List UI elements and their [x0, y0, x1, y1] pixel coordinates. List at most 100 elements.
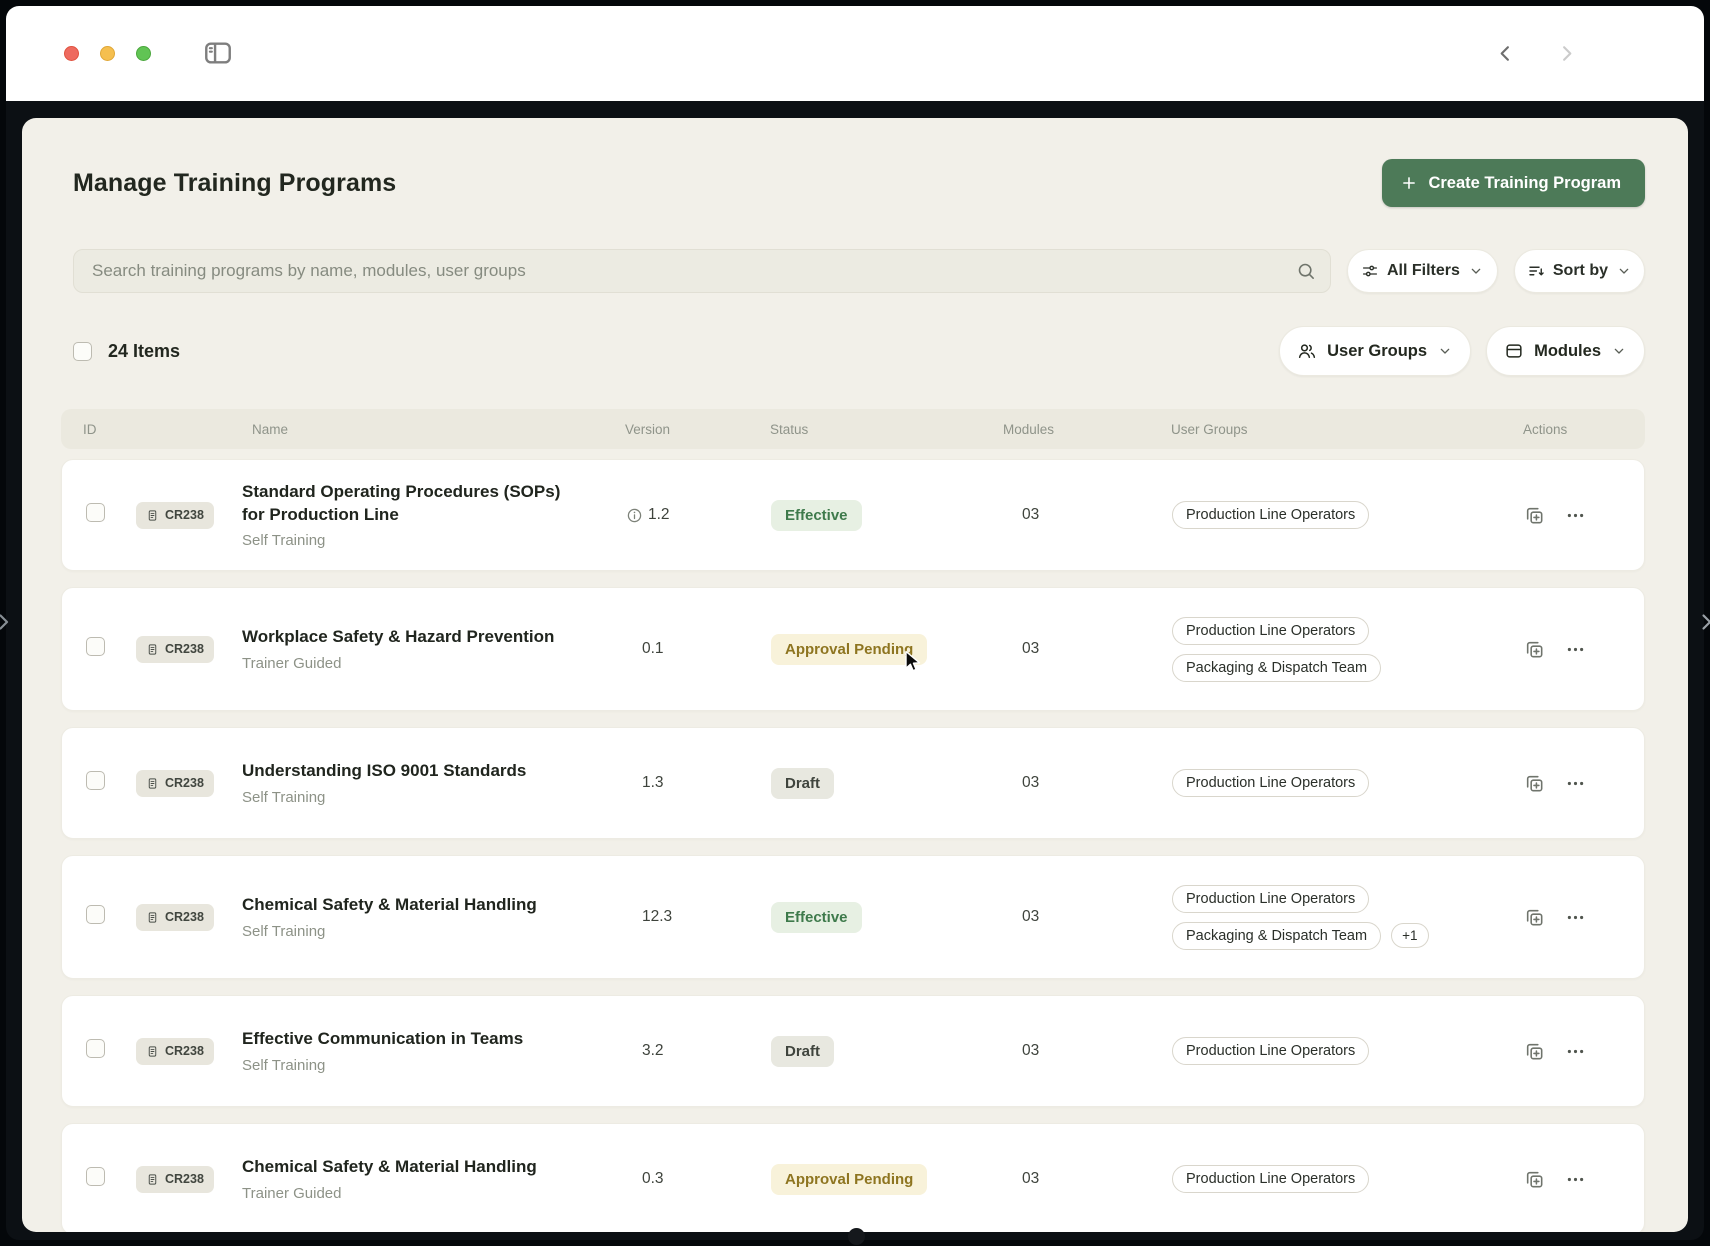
all-filters-label: All Filters	[1387, 262, 1460, 280]
modules-filter-button[interactable]: Modules	[1486, 326, 1645, 376]
edge-chevron-left[interactable]	[0, 610, 15, 634]
chevron-right-icon	[0, 610, 15, 634]
actions-cell	[1524, 639, 1644, 660]
toolbar: All Filters Sort by	[73, 249, 1645, 293]
status-cell: Effective	[771, 500, 1004, 531]
name-cell: Understanding ISO 9001 Standards Self Tr…	[242, 760, 626, 806]
user-groups-filter-button[interactable]: User Groups	[1279, 326, 1471, 376]
column-header-version: Version	[625, 422, 770, 437]
program-id-badge: CR238	[136, 1038, 214, 1065]
program-name: Workplace Safety & Hazard Prevention	[242, 626, 572, 649]
extra-groups-pill[interactable]: +1	[1391, 923, 1428, 948]
more-actions-button[interactable]	[1565, 1169, 1586, 1190]
status-badge: Draft	[771, 768, 834, 799]
table-row[interactable]: CR238 Chemical Safety & Material Handlin…	[61, 1123, 1645, 1232]
table-row[interactable]: CR238 Workplace Safety & Hazard Preventi…	[61, 587, 1645, 711]
more-actions-button[interactable]	[1565, 773, 1586, 794]
status-cell: Approval Pending	[771, 1164, 1004, 1195]
version-cell: 12.3	[626, 908, 771, 926]
document-icon	[146, 643, 159, 656]
create-training-program-button[interactable]: Create Training Program	[1382, 159, 1645, 207]
nav-forward-button[interactable]	[1555, 42, 1578, 65]
select-all-checkbox[interactable]	[73, 342, 92, 361]
more-actions-button[interactable]	[1565, 639, 1586, 660]
checkbox-cell	[62, 905, 136, 929]
column-header-actions: Actions	[1523, 422, 1645, 437]
column-header-name: Name	[241, 422, 625, 437]
all-filters-button[interactable]: All Filters	[1347, 249, 1498, 293]
row-checkbox[interactable]	[86, 637, 105, 656]
modules-label: Modules	[1534, 342, 1601, 361]
status-badge: Effective	[771, 500, 862, 531]
user-groups-cell: Production Line Operators	[1172, 1037, 1524, 1065]
row-checkbox[interactable]	[86, 905, 105, 924]
table-row[interactable]: CR238 Chemical Safety & Material Handlin…	[61, 855, 1645, 979]
ellipsis-icon	[1565, 1041, 1586, 1062]
modules-count: 03	[1004, 908, 1172, 926]
ellipsis-icon	[1565, 907, 1586, 928]
sort-icon	[1527, 262, 1545, 280]
duplicate-button[interactable]	[1524, 907, 1545, 928]
table-row[interactable]: CR238 Effective Communication in Teams S…	[61, 995, 1645, 1107]
row-checkbox[interactable]	[86, 771, 105, 790]
user-group-pill: Production Line Operators	[1172, 617, 1369, 645]
duplicate-button[interactable]	[1524, 1169, 1545, 1190]
program-name: Standard Operating Procedures (SOPs) for…	[242, 481, 572, 527]
row-checkbox[interactable]	[86, 503, 105, 522]
document-icon	[146, 777, 159, 790]
traffic-light-zoom[interactable]	[136, 46, 151, 61]
document-icon	[146, 1045, 159, 1058]
status-cell: Draft	[771, 1036, 1004, 1067]
table-row[interactable]: CR238 Standard Operating Procedures (SOP…	[61, 459, 1645, 571]
program-name: Chemical Safety & Material Handling	[242, 894, 572, 917]
sidebar-toggle-button[interactable]	[202, 37, 234, 69]
user-groups-label: User Groups	[1327, 342, 1427, 361]
edge-chevron-right[interactable]	[1694, 610, 1710, 634]
titlebar	[6, 6, 1704, 101]
filters-icon	[1361, 262, 1379, 280]
program-id: CR238	[165, 910, 204, 924]
duplicate-button[interactable]	[1524, 1041, 1545, 1062]
more-actions-button[interactable]	[1565, 907, 1586, 928]
checkbox-cell	[62, 637, 136, 661]
version-value: 0.3	[642, 1170, 664, 1188]
user-groups-icon	[1297, 341, 1317, 361]
nav-back-button[interactable]	[1494, 42, 1517, 65]
info-icon[interactable]	[626, 507, 643, 524]
program-id-badge: CR238	[136, 502, 214, 529]
user-groups-cell: Production Line Operators Packaging & Di…	[1172, 617, 1524, 682]
document-icon	[146, 1173, 159, 1186]
sort-by-button[interactable]: Sort by	[1514, 249, 1645, 293]
program-id: CR238	[165, 508, 204, 522]
search-input[interactable]	[73, 249, 1331, 293]
id-cell: CR238	[136, 770, 242, 797]
more-actions-button[interactable]	[1565, 1041, 1586, 1062]
user-groups-cell: Production Line Operators	[1172, 769, 1524, 797]
more-actions-button[interactable]	[1565, 505, 1586, 526]
app-window: Manage Training Programs Create Training…	[6, 6, 1704, 1240]
row-checkbox[interactable]	[86, 1039, 105, 1058]
training-programs-table: ID Name Version Status Modules User Grou…	[61, 409, 1645, 1232]
status-cell: Draft	[771, 768, 1004, 799]
user-group-pill: Production Line Operators	[1172, 769, 1369, 797]
document-icon	[146, 509, 159, 522]
user-group-pill: Production Line Operators	[1172, 885, 1369, 913]
duplicate-button[interactable]	[1524, 505, 1545, 526]
program-type: Self Training	[242, 923, 626, 940]
duplicate-icon	[1524, 505, 1545, 526]
user-group-pill: Packaging & Dispatch Team	[1172, 922, 1381, 950]
status-badge: Draft	[771, 1036, 834, 1067]
user-group-pill: Production Line Operators	[1172, 501, 1369, 529]
traffic-light-close[interactable]	[64, 46, 79, 61]
duplicate-button[interactable]	[1524, 639, 1545, 660]
program-name: Chemical Safety & Material Handling	[242, 1156, 572, 1179]
version-cell: 0.1	[626, 640, 771, 658]
traffic-light-minimize[interactable]	[100, 46, 115, 61]
history-navigation	[1494, 42, 1578, 65]
row-checkbox[interactable]	[86, 1167, 105, 1186]
sort-by-label: Sort by	[1553, 262, 1608, 280]
items-count: 24 Items	[108, 341, 180, 362]
duplicate-button[interactable]	[1524, 773, 1545, 794]
table-row[interactable]: CR238 Understanding ISO 9001 Standards S…	[61, 727, 1645, 839]
column-header-status: Status	[770, 422, 1003, 437]
